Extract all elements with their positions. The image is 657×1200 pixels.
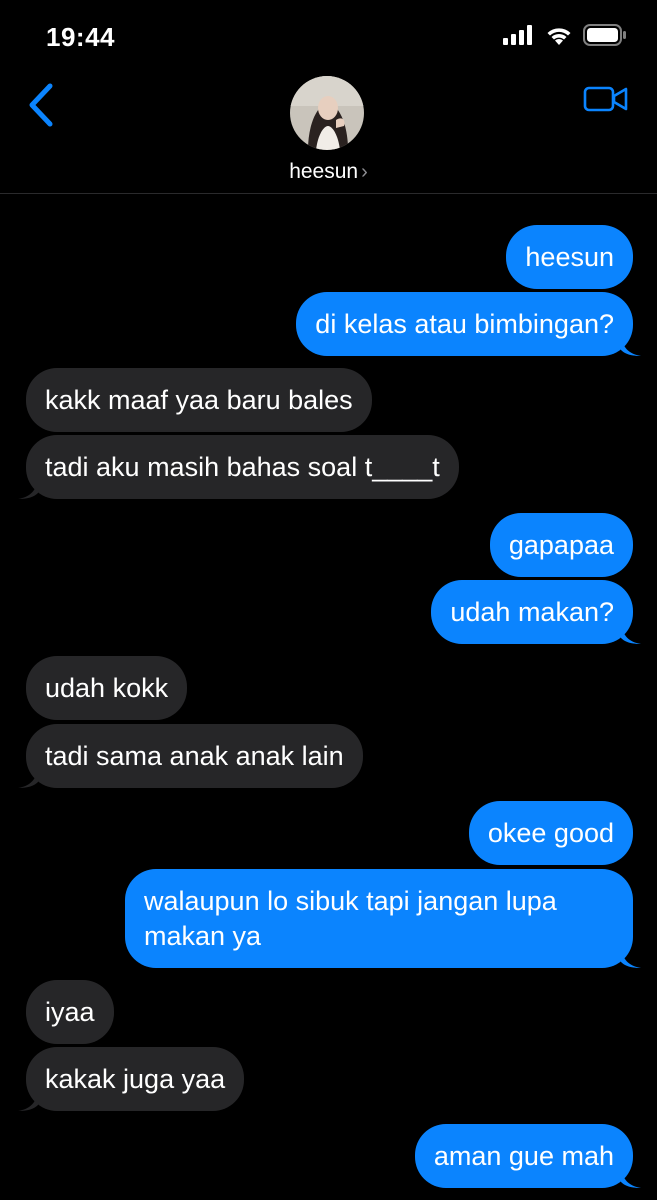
message-bubble-received[interactable]: kakk maaf yaa baru bales bbox=[26, 368, 372, 432]
message-text: iyaa bbox=[45, 997, 95, 1027]
message-bubble-received[interactable]: kakak juga yaa bbox=[18, 1047, 245, 1111]
message-bubble-sent[interactable]: aman gue mah bbox=[414, 1124, 641, 1188]
conversation-header: heesun › bbox=[0, 70, 657, 194]
message-bubble-received[interactable]: iyaa bbox=[26, 980, 114, 1044]
message-text: gapapaa bbox=[508, 530, 614, 560]
bubble-tail bbox=[18, 768, 38, 788]
status-icons bbox=[503, 24, 627, 46]
message-bubble-received[interactable]: udah kokk bbox=[26, 656, 188, 720]
message-text: kakk maaf yaa baru bales bbox=[45, 385, 353, 415]
message-text: tadi aku masih bahas soal t____t bbox=[45, 452, 440, 482]
message-text: heesun bbox=[525, 242, 614, 272]
message-bubble-received[interactable]: tadi sama anak anak lain bbox=[18, 724, 363, 788]
bubble-tail bbox=[621, 336, 641, 356]
message-bubble-sent[interactable]: heesun bbox=[506, 225, 633, 289]
avatar-photo bbox=[290, 76, 364, 150]
message-text: walaupun lo sibuk tapi jangan lupa makan… bbox=[144, 886, 557, 951]
message-bubble-sent[interactable]: udah makan? bbox=[431, 580, 641, 644]
status-bar: 19:44 bbox=[0, 0, 657, 70]
message-text: okee good bbox=[487, 818, 614, 848]
bubble-tail bbox=[621, 624, 641, 644]
video-camera-icon bbox=[583, 86, 628, 112]
message-text: di kelas atau bimbingan? bbox=[315, 309, 614, 339]
status-time: 19:44 bbox=[46, 22, 115, 52]
contact-name-button[interactable]: heesun › bbox=[0, 160, 657, 184]
chevron-right-icon: › bbox=[361, 161, 368, 183]
message-text: kakak juga yaa bbox=[45, 1064, 226, 1094]
message-text: udah makan? bbox=[450, 597, 614, 627]
message-bubble-sent[interactable]: walaupun lo sibuk tapi jangan lupa makan… bbox=[125, 869, 641, 968]
battery-icon bbox=[583, 24, 626, 46]
message-text: aman gue mah bbox=[433, 1141, 614, 1171]
bubble-tail bbox=[621, 1168, 641, 1188]
message-bubble-sent[interactable]: gapapaa bbox=[489, 513, 633, 577]
cellular-signal-icon bbox=[503, 25, 532, 45]
bubble-tail bbox=[18, 1091, 38, 1111]
message-text: udah kokk bbox=[45, 673, 169, 703]
bubble-tail bbox=[18, 479, 38, 499]
back-button[interactable] bbox=[22, 80, 62, 130]
contact-avatar[interactable] bbox=[290, 76, 364, 150]
message-text: tadi sama anak anak lain bbox=[45, 741, 344, 771]
wifi-icon bbox=[547, 28, 571, 45]
chevron-left-icon bbox=[29, 83, 53, 127]
contact-name: heesun bbox=[289, 160, 359, 183]
video-call-button[interactable] bbox=[583, 82, 629, 116]
message-bubble-sent[interactable]: di kelas atau bimbingan? bbox=[296, 292, 641, 356]
message-bubble-received[interactable]: tadi aku masih bahas soal t____t bbox=[18, 435, 459, 499]
bubble-tail bbox=[621, 948, 641, 968]
message-bubble-sent[interactable]: okee good bbox=[468, 801, 633, 865]
